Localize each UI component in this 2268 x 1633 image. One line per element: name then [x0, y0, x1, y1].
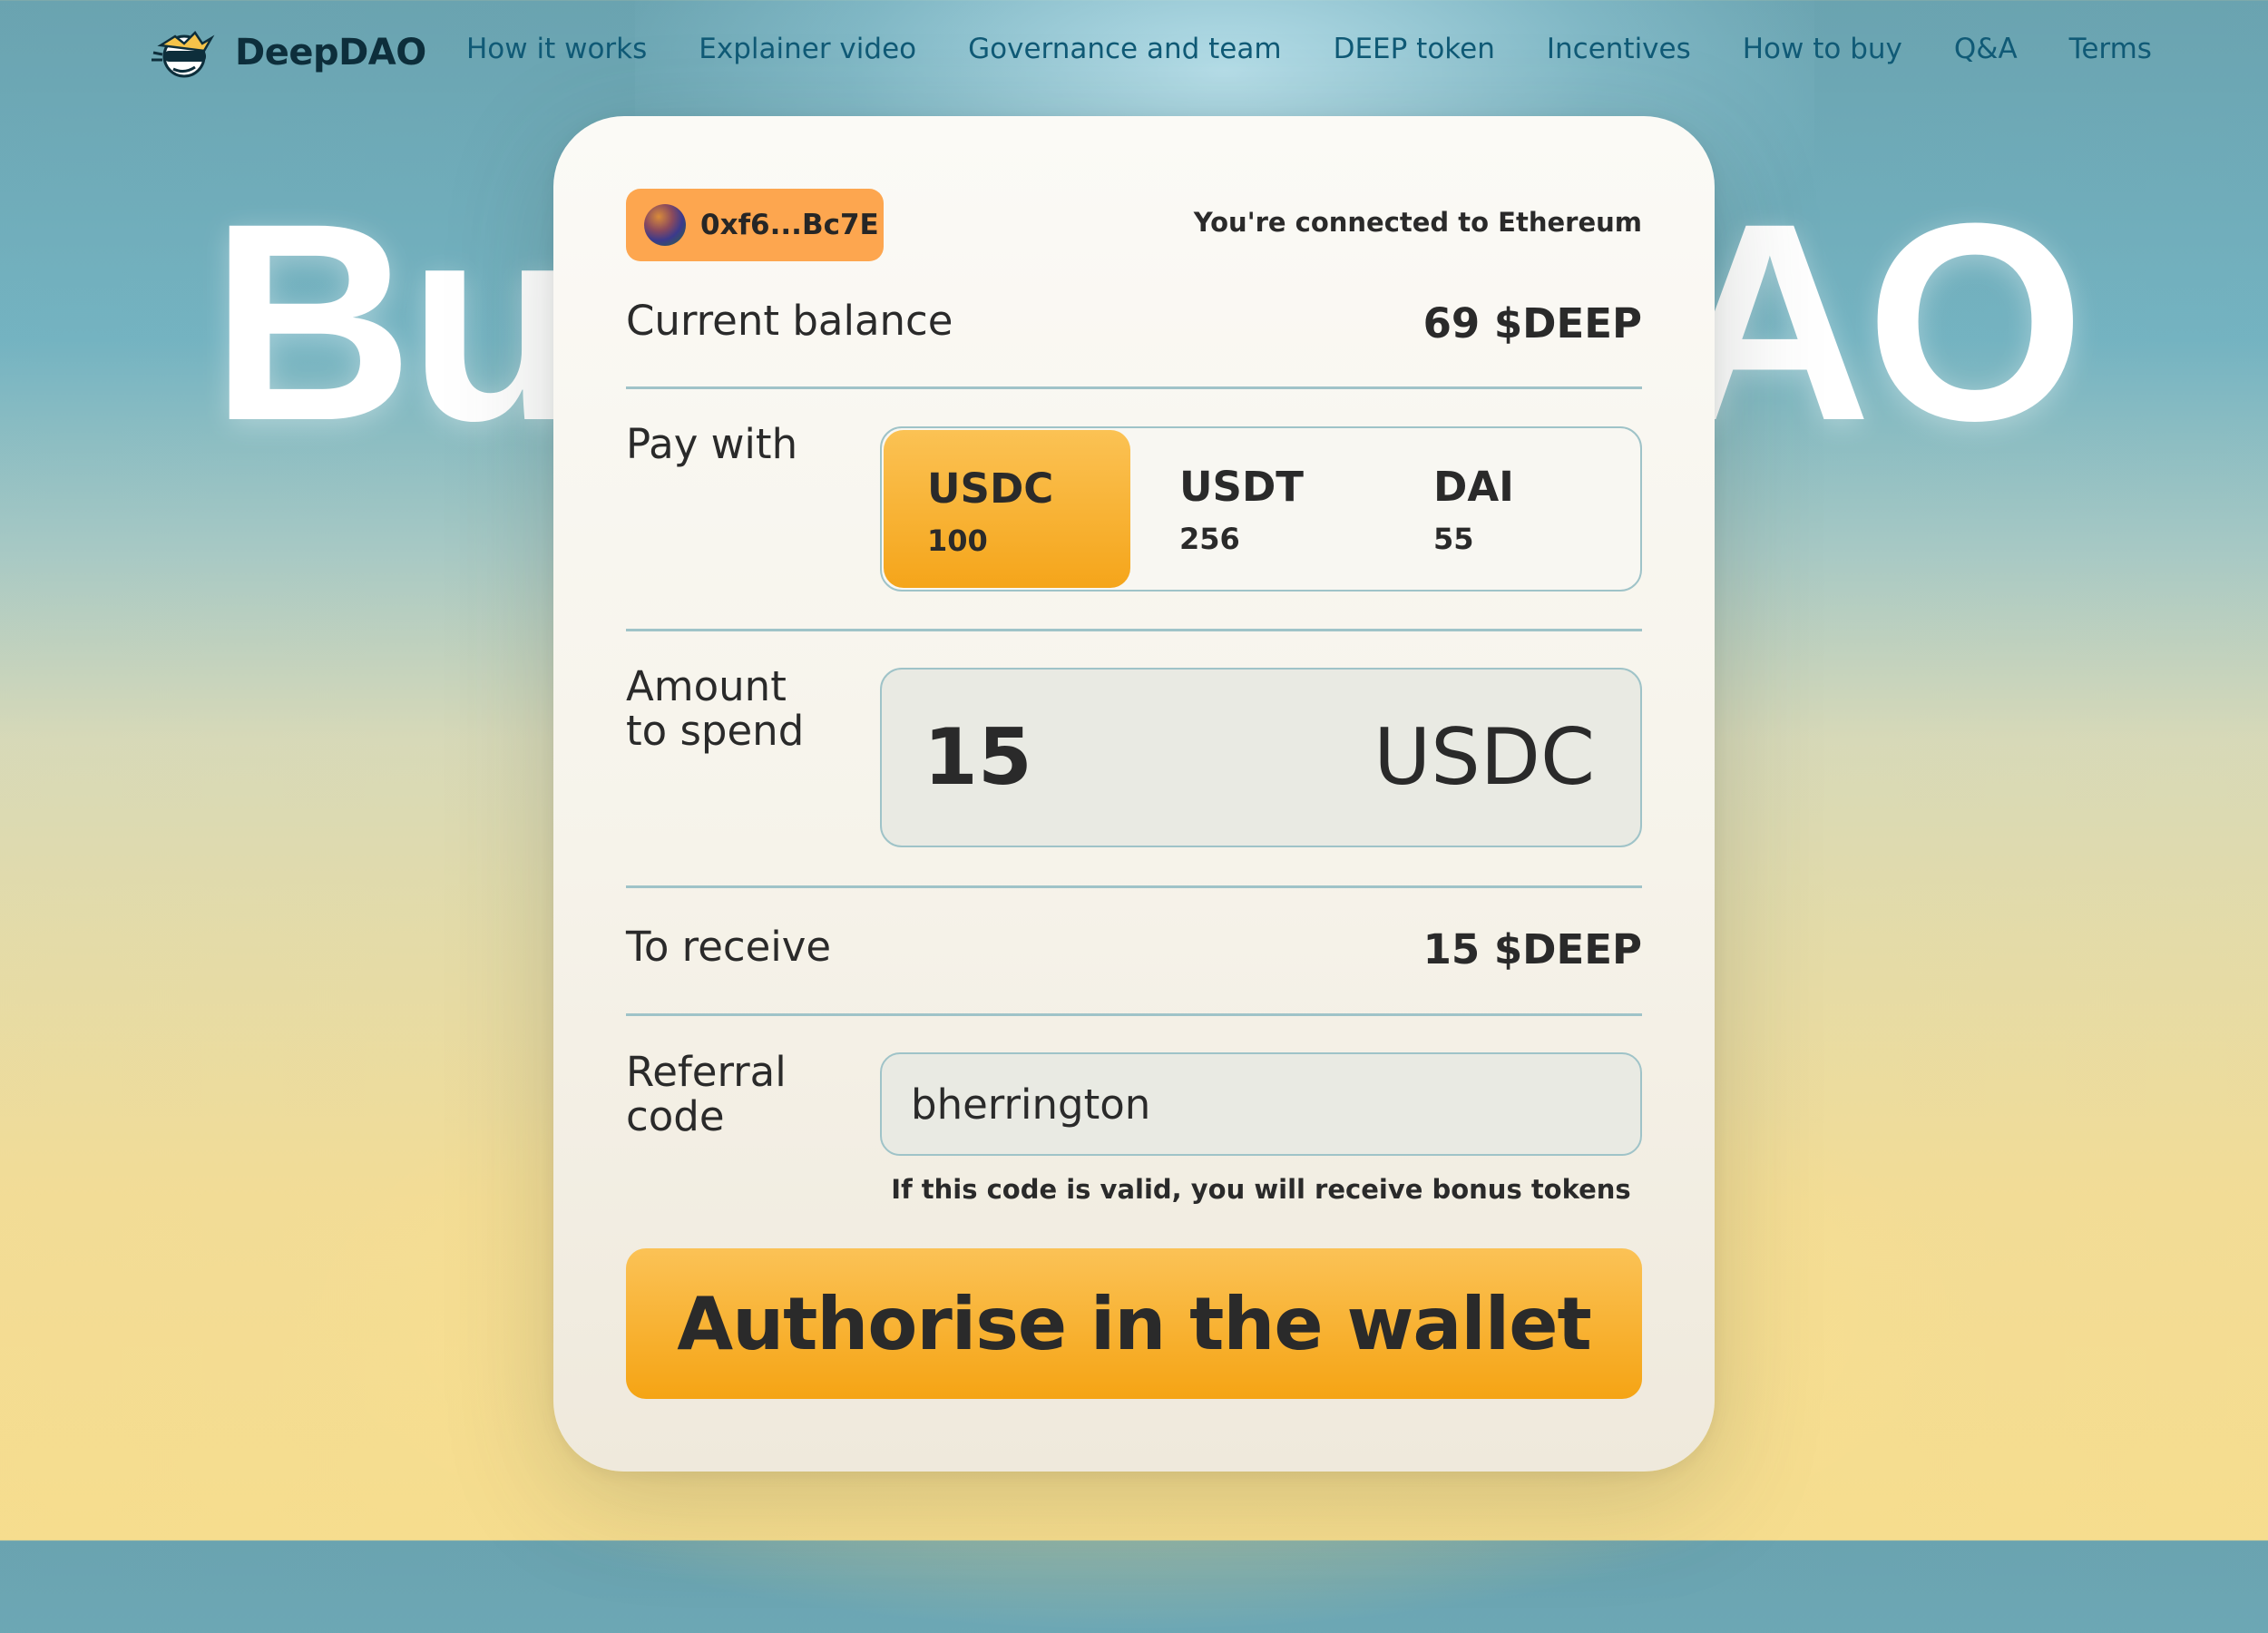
deepdao-mascot-icon: [152, 31, 215, 78]
amount-unit: USDC: [1374, 712, 1595, 803]
wallet-chip[interactable]: 0xf6...Bc7E: [626, 189, 884, 261]
nav-link-how-to-buy[interactable]: How to buy: [1743, 33, 1902, 65]
referral-label-line2: code: [626, 1091, 725, 1140]
wallet-address: 0xf6...Bc7E: [700, 209, 879, 241]
buy-card: 0xf6...Bc7E You're connected to Ethereum…: [553, 116, 1715, 1472]
amount-field[interactable]: USDC: [880, 668, 1642, 847]
brand-name: DeepDAO: [235, 32, 426, 73]
nav-links: How it works Explainer video Governance …: [466, 33, 2152, 65]
nav-link-qa[interactable]: Q&A: [1954, 33, 2018, 65]
hero-title-left: Bu: [210, 164, 580, 479]
referral-label-line1: Referral: [626, 1048, 787, 1096]
wallet-avatar-icon: [644, 204, 686, 246]
receive-value: 15 $DEEP: [1422, 925, 1642, 973]
token-balance: 256: [1179, 522, 1240, 556]
nav-link-deep-token[interactable]: DEEP token: [1334, 33, 1495, 65]
nav-link-incentives[interactable]: Incentives: [1547, 33, 1691, 65]
amount-input[interactable]: [924, 712, 1286, 803]
nav-link-terms[interactable]: Terms: [2069, 33, 2152, 65]
token-balance: 55: [1433, 522, 1474, 556]
divider: [626, 1013, 1642, 1016]
amount-label-line2: to spend: [626, 706, 805, 755]
token-option-dai[interactable]: DAI 55: [1390, 428, 1637, 590]
token-balance: 100: [927, 523, 988, 558]
referral-hint: If this code is valid, you will receive …: [891, 1174, 1631, 1205]
token-name: USDT: [1179, 463, 1304, 511]
top-nav: DeepDAO How it works Explainer video Gov…: [0, 0, 2268, 104]
authorise-wallet-button[interactable]: Authorise in the wallet: [626, 1248, 1642, 1399]
brand[interactable]: DeepDAO: [148, 25, 426, 80]
referral-label: Referral code: [626, 1048, 787, 1140]
balance-value: 69 $DEEP: [1422, 299, 1642, 347]
token-name: USDC: [927, 464, 1054, 513]
nav-link-governance-and-team[interactable]: Governance and team: [968, 33, 1281, 65]
token-name: DAI: [1433, 463, 1514, 511]
connection-status: You're connected to Ethereum: [1193, 207, 1642, 238]
hero-title-right: AO: [1668, 164, 2085, 479]
receive-label: To receive: [626, 923, 832, 971]
token-option-usdc[interactable]: USDC 100: [884, 430, 1130, 588]
token-option-usdt[interactable]: USDT 256: [1136, 428, 1383, 590]
pay-with-label: Pay with: [626, 420, 798, 468]
divider: [626, 386, 1642, 389]
amount-label-line1: Amount: [626, 662, 787, 710]
divider: [626, 629, 1642, 631]
divider: [626, 885, 1642, 888]
token-selector: USDC 100 USDT 256 DAI 55: [880, 426, 1642, 592]
balance-label: Current balance: [626, 297, 953, 345]
nav-link-how-it-works[interactable]: How it works: [466, 33, 647, 65]
referral-input[interactable]: [911, 1080, 1600, 1129]
amount-label: Amount to spend: [626, 662, 805, 755]
referral-field[interactable]: [880, 1052, 1642, 1156]
nav-link-explainer-video[interactable]: Explainer video: [699, 33, 916, 65]
